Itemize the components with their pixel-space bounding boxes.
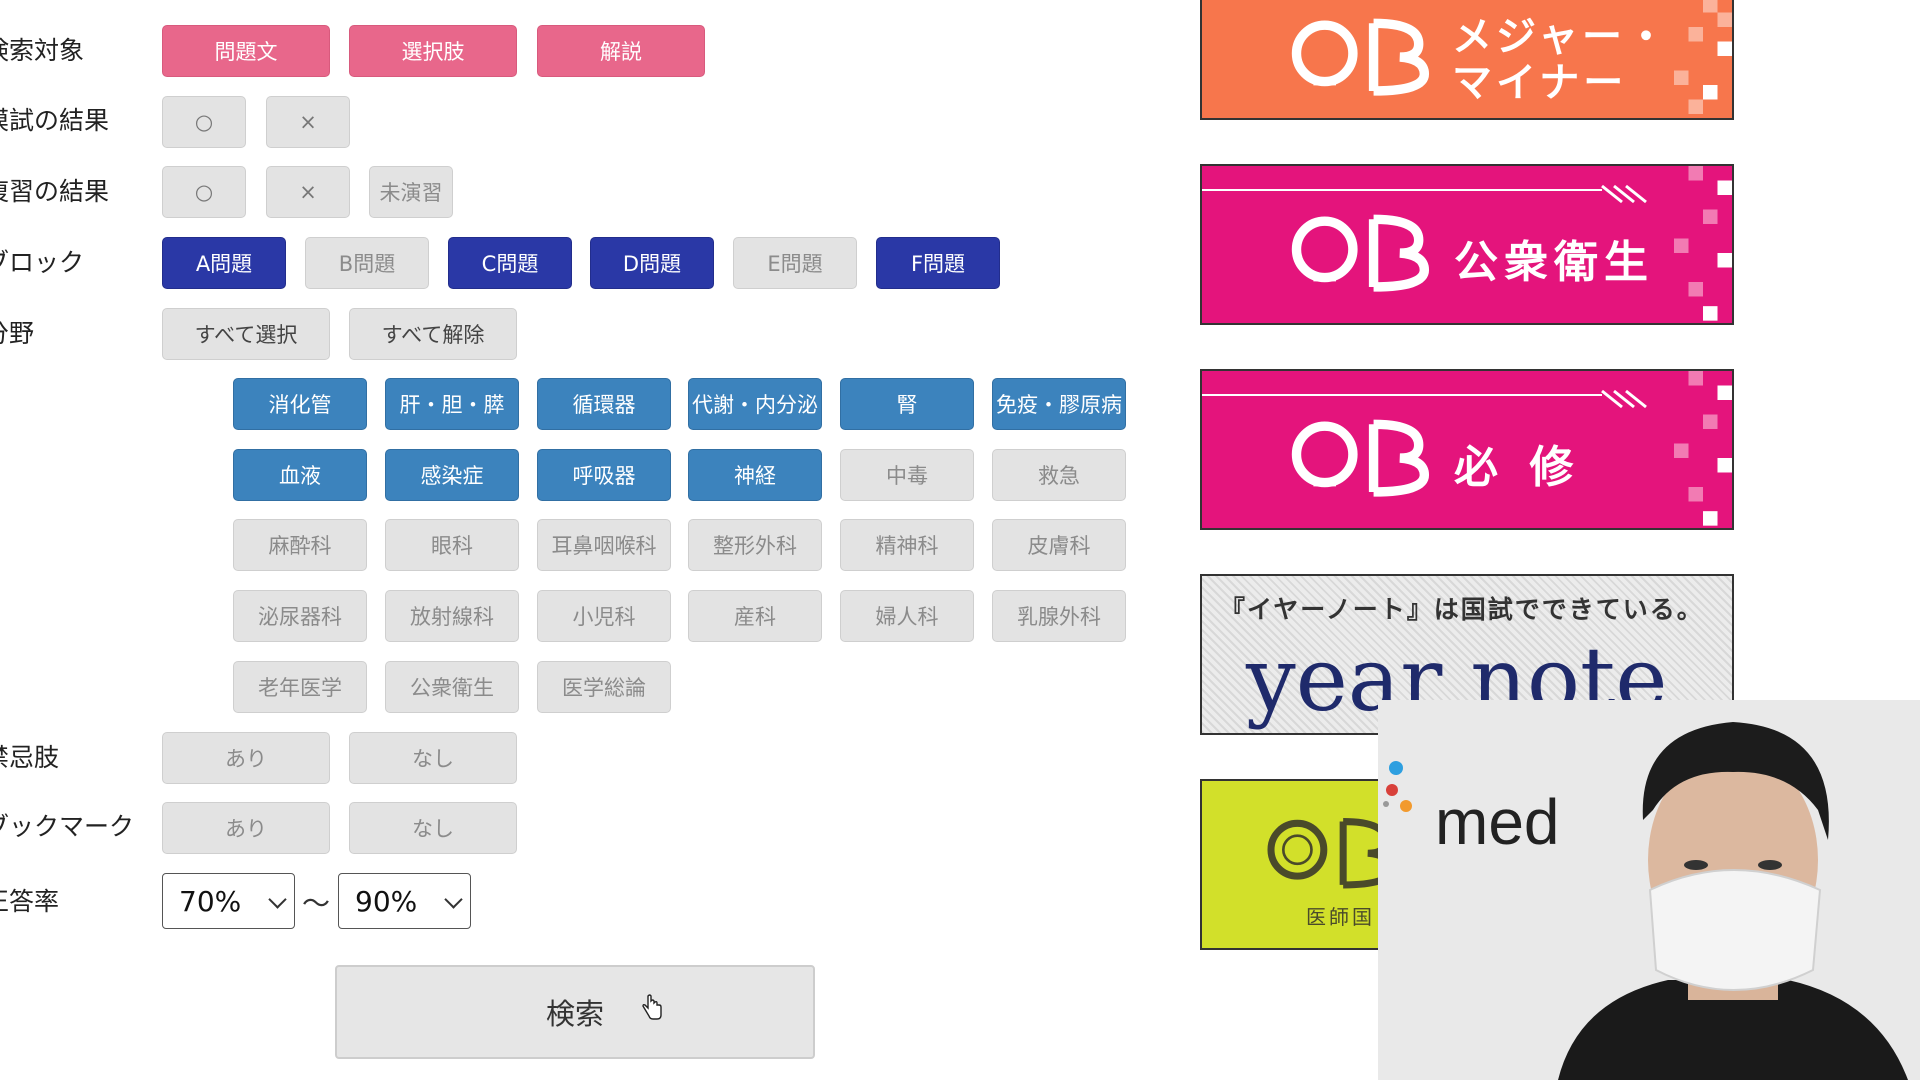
banner-major-minor-line2: マイナー [1452, 60, 1628, 106]
block-e-button[interactable]: E問題 [733, 237, 857, 289]
banner-qb-major-minor[interactable]: メジャー・ マイナー [1200, 0, 1734, 120]
checker-pattern-icon [1674, 166, 1732, 321]
banner-qb-public-health[interactable]: 公衆衛生 [1200, 164, 1734, 325]
webcam-overlay: med [1378, 700, 1920, 1080]
block-b-button[interactable]: B問題 [305, 237, 429, 289]
search-button[interactable]: 検索 [335, 965, 815, 1059]
accuracy-min-value: 70% [179, 884, 242, 918]
label-mock-result: 模試の結果 [0, 106, 110, 135]
field-pediatrics-button[interactable]: 小児科 [537, 590, 671, 642]
field-neuro-button[interactable]: 神経 [688, 449, 822, 501]
field-public-health-button[interactable]: 公衆衛生 [385, 661, 519, 713]
field-radiology-button[interactable]: 放射線科 [385, 590, 519, 642]
review-result-correct-button[interactable]: ○ [162, 166, 246, 218]
field-poison-button[interactable]: 中毒 [840, 449, 974, 501]
search-target-explanation-button[interactable]: 解説 [537, 25, 705, 77]
field-immune-button[interactable]: 免疫・膠原病 [992, 378, 1126, 430]
banner-qb-required[interactable]: 必 修 [1200, 369, 1734, 530]
field-cardio-button[interactable]: 循環器 [537, 378, 671, 430]
qb-logo-icon [1291, 214, 1430, 292]
mock-result-correct-button[interactable]: ○ [162, 96, 246, 148]
search-target-choices-button[interactable]: 選択肢 [349, 25, 517, 77]
field-digestive-button[interactable]: 消化管 [233, 378, 367, 430]
block-c-button[interactable]: C問題 [448, 237, 572, 289]
field-anesthesia-button[interactable]: 麻酔科 [233, 519, 367, 571]
deselect-all-button[interactable]: すべて解除 [349, 308, 517, 360]
accuracy-max-select[interactable]: 90% [338, 873, 471, 929]
accuracy-separator: 〜 [302, 887, 331, 920]
accuracy-max-value: 90% [355, 884, 418, 918]
qb-logo-icon [1291, 419, 1430, 497]
review-result-unpracticed-button[interactable]: 未演習 [369, 166, 453, 218]
chevron-down-icon [444, 890, 463, 909]
block-a-button[interactable]: A問題 [162, 237, 286, 289]
bookmark-no-button[interactable]: なし [349, 802, 517, 854]
qb-logo-icon [1291, 18, 1430, 96]
mock-result-wrong-button[interactable]: × [266, 96, 350, 148]
qb-exam-caption: 医師国 [1306, 905, 1375, 929]
field-emergency-button[interactable]: 救急 [992, 449, 1126, 501]
search-target-question-button[interactable]: 問題文 [162, 25, 330, 77]
year-note-tagline: 『イヤーノート』は国試でできている。 [1220, 595, 1704, 624]
banner-stripe-icon [1202, 389, 1647, 409]
label-review-result: 復習の結果 [0, 177, 110, 206]
review-result-wrong-button[interactable]: × [266, 166, 350, 218]
chevron-down-icon [268, 890, 287, 909]
medilink-dots-icon [1383, 761, 1412, 812]
field-orthopedics-button[interactable]: 整形外科 [688, 519, 822, 571]
bookmark-yes-button[interactable]: あり [162, 802, 330, 854]
label-field: 分野 [0, 319, 35, 348]
field-dermatology-button[interactable]: 皮膚科 [992, 519, 1126, 571]
label-block: ブロック [0, 248, 85, 277]
accuracy-min-select[interactable]: 70% [162, 873, 295, 929]
field-ent-button[interactable]: 耳鼻咽喉科 [537, 519, 671, 571]
hand-cursor-icon [642, 994, 662, 1020]
field-urology-button[interactable]: 泌尿器科 [233, 590, 367, 642]
field-liver-button[interactable]: 肝・胆・膵 [385, 378, 519, 430]
select-all-button[interactable]: すべて選択 [162, 308, 330, 360]
label-accuracy: 正答率 [0, 887, 60, 916]
field-breast-surgery-button[interactable]: 乳腺外科 [992, 590, 1126, 642]
field-endocrine-button[interactable]: 代謝・内分泌 [688, 378, 822, 430]
contraindication-no-button[interactable]: なし [349, 732, 517, 784]
field-infection-button[interactable]: 感染症 [385, 449, 519, 501]
label-search-target: 検索対象 [0, 36, 85, 65]
field-psychiatry-button[interactable]: 精神科 [840, 519, 974, 571]
label-contraindication: 禁忌肢 [0, 743, 60, 772]
field-geriatrics-button[interactable]: 老年医学 [233, 661, 367, 713]
label-bookmark: ブックマーク [0, 812, 135, 841]
field-general-medicine-button[interactable]: 医学総論 [537, 661, 671, 713]
field-kidney-button[interactable]: 腎 [840, 378, 974, 430]
banner-required-text: 必 修 [1454, 442, 1582, 493]
field-gynecology-button[interactable]: 婦人科 [840, 590, 974, 642]
field-obstetrics-button[interactable]: 産科 [688, 590, 822, 642]
field-respiratory-button[interactable]: 呼吸器 [537, 449, 671, 501]
checker-pattern-icon [1674, 0, 1732, 114]
contraindication-yes-button[interactable]: あり [162, 732, 330, 784]
banner-stripe-icon [1202, 184, 1647, 204]
banner-public-health-text: 公衆衛生 [1454, 237, 1654, 288]
block-f-button[interactable]: F問題 [876, 237, 1000, 289]
field-ophthalmology-button[interactable]: 眼科 [385, 519, 519, 571]
field-blood-button[interactable]: 血液 [233, 449, 367, 501]
block-d-button[interactable]: D問題 [590, 237, 714, 289]
presenter-silhouette [1558, 722, 1908, 1080]
checker-pattern-icon [1674, 371, 1732, 526]
